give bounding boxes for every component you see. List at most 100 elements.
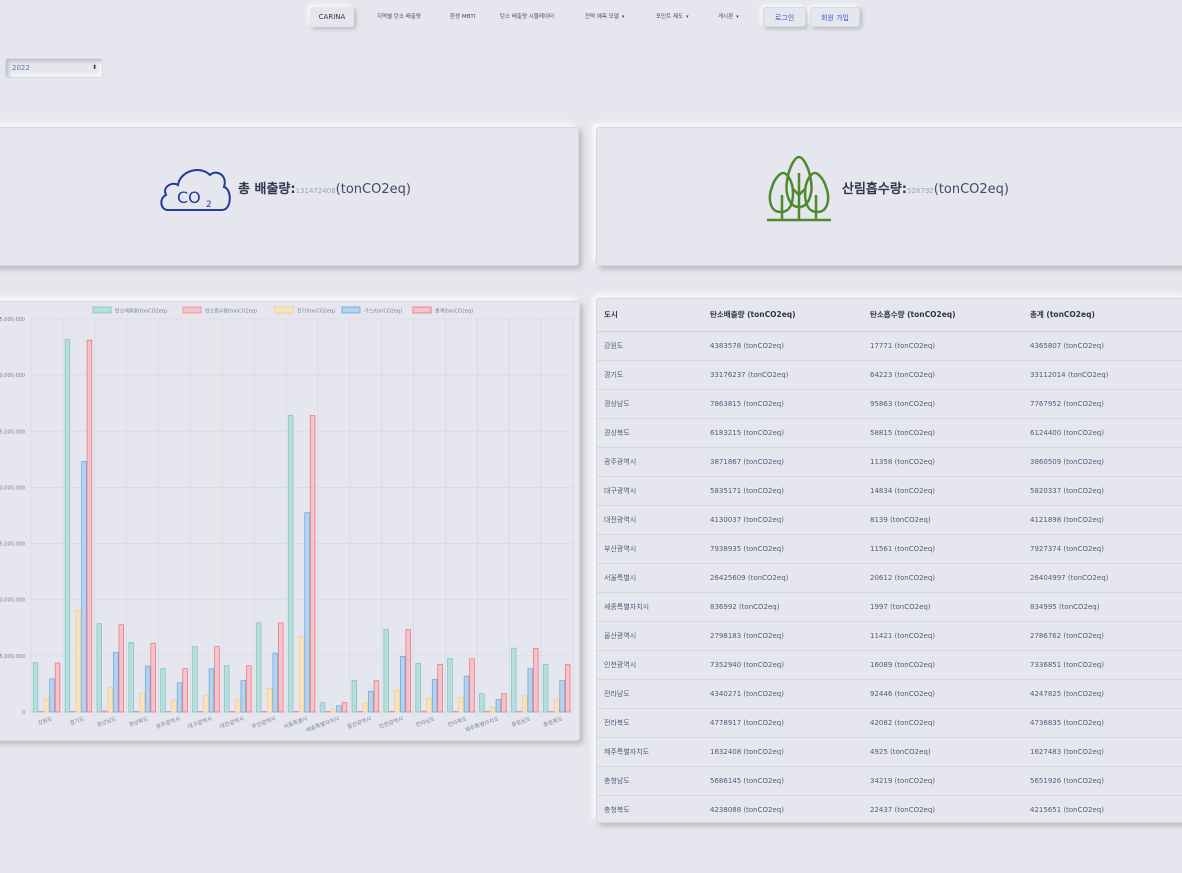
total-cell: 3860509 (tonCO2eq) [1030,447,1182,477]
absorption-cell: 34219 (tonCO2eq) [870,766,1030,796]
nav-dropdown-board[interactable]: 게시판 ▾ [718,7,739,27]
top-navbar: CARINA 지역별 탄소 배출량 환경 MBTI 탄소 배출량 시뮬레이터 전… [0,6,1182,28]
bar-series-0 [192,646,198,713]
emission-cell: 836992 (tonCO2eq) [710,592,870,622]
bar-series-2 [75,610,82,713]
absorption-cell: 11421 (tonCO2eq) [870,621,1030,651]
city-cell: 경상남도 [597,389,710,419]
co2-icon-text: CO [177,188,201,207]
emission-cell: 4383578 (tonCO2eq) [710,331,870,361]
bar-series-2 [426,698,432,713]
x-tick-label: 경상남도 [96,714,118,728]
table-row: 충청북도 4238088 (tonCO2eq) 22437 (tonCO2eq) 42… [597,795,1182,824]
bar-series-3 [144,665,151,713]
city-emission-table: 도시 탄소배출량 (tonCO2eq) 탄소흡수량 (tonCO2eq) 총계 … [597,299,1182,824]
x-tick-label: 인천광역시 [378,714,405,730]
bar-series-1 [389,711,395,713]
table-row: 전라북도 4778917 (tonCO2eq) 42082 (tonCO2eq) 47… [597,708,1182,738]
emission-cell: 5835171 (tonCO2eq) [710,476,870,506]
header-emission[interactable]: 탄소배출량 (tonCO2eq) [710,299,870,332]
forest-absorption-stat: 산림흡수량:528792(tonCO2eq) [842,178,1009,197]
y-tick-label: 5,000,000 [0,654,25,660]
x-tick-label: 부산광역시 [250,714,277,730]
year-select-value: 2022 [12,64,30,72]
chevron-down-icon: ▾ [686,14,689,20]
nav-link-environment-mbti[interactable]: 환경 MBTI [450,7,475,27]
login-button[interactable]: 로그인 [763,7,806,27]
emission-cell: 1632408 (tonCO2eq) [710,737,870,767]
nav-link-regional-emissions[interactable]: 지역별 탄소 배출량 [377,7,421,27]
co2-icon-subscript: 2 [206,200,212,210]
legend-swatch [341,306,361,314]
city-cell: 강원도 [597,331,710,361]
table-row: 세종특별자치시 836992 (tonCO2eq) 1997 (tonCO2eq) 8… [597,592,1182,622]
nav-link-label: 전력 예측 모델 [585,14,619,20]
total-cell: 1627483 (tonCO2eq) [1030,737,1182,767]
table-row: 충청남도 5686145 (tonCO2eq) 34219 (tonCO2eq) 56… [597,766,1182,796]
bar-series-4 [373,680,380,713]
year-select[interactable]: 2022 ⬍ [5,58,103,78]
bar-series-4 [533,648,539,713]
total-cell: 4215651 (tonCO2eq) [1030,805,1104,814]
bar-series-1 [484,711,491,713]
y-tick-label: 25,000,000 [0,429,25,435]
nav-dropdown-power-prediction[interactable]: 전력 예측 모델 ▾ [585,7,624,27]
absorption-cell: 92446 (tonCO2eq) [870,679,1030,709]
city-cell: 광주광역시 [597,447,710,477]
x-tick-label: 제주특별자치도 [464,714,500,734]
table-row: 전라남도 4340271 (tonCO2eq) 92446 (tonCO2eq) 42… [597,679,1182,709]
city-emission-table-card: 도시 탄소배출량 (tonCO2eq) 탄소흡수량 (tonCO2eq) 총계 … [596,298,1182,823]
bar-series-1 [293,711,299,713]
bar-series-0 [319,702,326,713]
total-cell: 26404997 (tonCO2eq) [1030,563,1182,593]
bar-series-4 [54,662,61,713]
bar-series-2 [43,698,50,713]
table-row: 경상남도 7863815 (tonCO2eq) 95863 (tonCO2eq) 77… [597,389,1182,419]
bar-series-2 [522,694,528,713]
city-cell: 대구광역시 [597,476,710,506]
x-tick-label: 광주광역시 [155,714,182,730]
emission-cell: 7863815 (tonCO2eq) [710,389,870,419]
emission-cell: 4238088 (tonCO2eq) [710,805,784,814]
bar-series-1 [102,710,108,713]
header-absorption[interactable]: 탄소흡수량 (tonCO2eq) [870,299,1030,332]
nav-link-emission-simulator[interactable]: 탄소 배출량 시뮬레이터 [500,7,554,27]
bar-series-1 [420,710,427,713]
bar-series-4 [214,646,220,713]
x-tick-label: 전라남도 [414,714,436,728]
forest-absorption-unit: (tonCO2eq) [933,182,1009,197]
y-tick-label: 0 [22,710,25,716]
forest-absorption-value: 528792 [907,187,934,195]
emission-cell: 26425609 (tonCO2eq) [710,563,870,593]
y-tick-label: 20,000,000 [0,485,25,491]
bar-series-3 [431,679,438,713]
emission-cell: 7938935 (tonCO2eq) [710,534,870,564]
emission-cell: 3871867 (tonCO2eq) [710,447,870,477]
bar-series-3 [336,705,342,713]
nav-dropdown-point-system[interactable]: 포인트 제도 ▾ [656,7,689,27]
absorption-cell: 4925 (tonCO2eq) [870,737,1030,767]
co2-cloud-icon: CO 2 [160,169,231,211]
bar-series-0 [160,668,166,713]
bar-series-4 [437,663,443,713]
y-tick-label: 15,000,000 [0,542,25,548]
total-emission-card: CO 2 총 배출량:131472408(tonCO2eq) [0,127,579,266]
y-tick-label: 30,000,000 [0,373,25,379]
header-city[interactable]: 도시 [597,299,710,332]
legend-label: 가스(tonCO2eq) [364,308,402,315]
table-header-row: 도시 탄소배출량 (tonCO2eq) 탄소흡수량 (tonCO2eq) 총계 … [597,299,1182,332]
bar-series-3 [495,699,502,713]
x-tick-label: 강원도 [37,714,54,727]
header-total[interactable]: 총계 (tonCO2eq) [1030,299,1182,332]
x-tick-label: 대전광역시 [218,714,245,730]
legend-label: 탄소배출량(tonCO2eq) [115,308,167,315]
city-cell: 서울특별시 [597,563,710,593]
brand-button[interactable]: CARINA [310,7,354,27]
total-emission-stat: 총 배출량:131472408(tonCO2eq) [238,178,411,197]
bar-series-2 [107,686,114,713]
bar-series-4 [278,622,284,713]
signup-button[interactable]: 회원 가입 [810,7,860,27]
total-cell: 2786762 (tonCO2eq) [1030,621,1182,651]
bar-series-2 [235,698,241,713]
city-cell: 경기도 [597,360,710,390]
